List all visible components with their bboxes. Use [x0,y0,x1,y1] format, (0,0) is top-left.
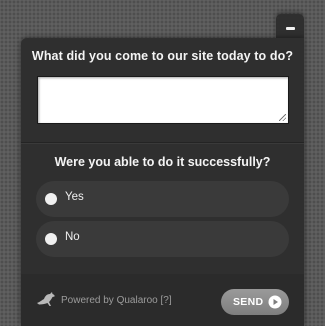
send-button[interactable]: SEND [221,289,289,315]
section-divider [21,142,304,144]
resize-grip-icon[interactable] [279,114,286,121]
question-1-title: What did you come to our site today to d… [31,49,294,63]
send-label: SEND [233,296,264,308]
minimize-tab[interactable] [276,14,304,40]
answer-textarea[interactable] [37,76,289,124]
play-arrow-icon [268,295,282,309]
option-no-label: No [65,231,80,243]
survey-widget: What did you come to our site today to d… [21,38,304,326]
powered-by-link[interactable]: Powered by Qualaroo [?] [61,295,172,306]
minimize-icon[interactable] [286,27,295,30]
radio-no[interactable] [45,233,57,245]
kangaroo-icon [37,292,55,306]
radio-yes[interactable] [45,193,57,205]
footer: Powered by Qualaroo [?] SEND [21,274,304,326]
option-yes[interactable]: Yes [36,181,289,217]
question-2-title: Were you able to do it successfully? [54,155,271,169]
option-no[interactable]: No [36,221,289,257]
option-yes-label: Yes [65,191,84,203]
